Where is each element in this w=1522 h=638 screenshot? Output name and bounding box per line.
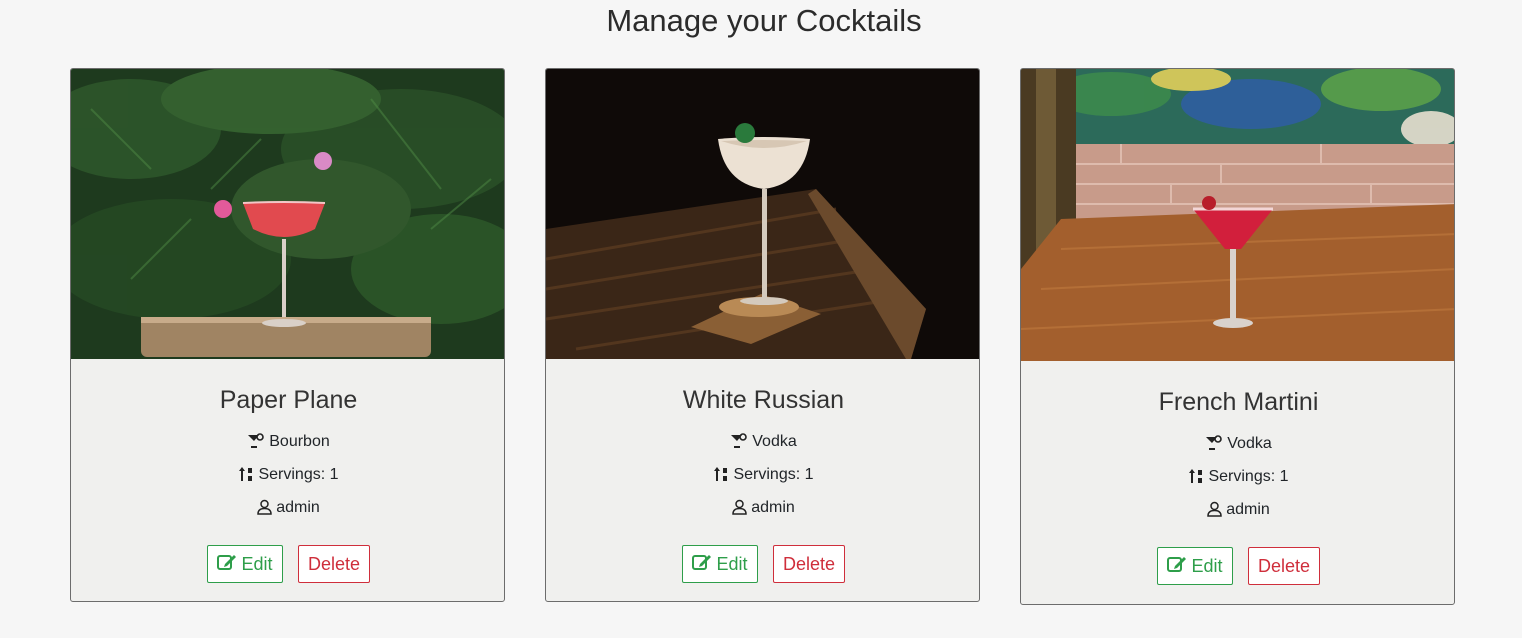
delete-button[interactable]: Delete	[298, 545, 370, 583]
spirit-row: Vodka	[1021, 429, 1454, 462]
author-row: admin	[1021, 495, 1454, 528]
author-label: admin	[751, 499, 795, 516]
cocktail-name: Paper Plane	[219, 386, 358, 414]
page: Manage your Cocktails Paper Plane Bourbo…	[0, 0, 1522, 638]
edit-icon	[692, 553, 712, 576]
author-row: admin	[546, 493, 979, 526]
user-icon	[1207, 498, 1222, 528]
card-actions: Edit Delete	[546, 545, 979, 583]
edit-button[interactable]: Edit	[1157, 547, 1233, 585]
spirit-label: Vodka	[752, 433, 797, 450]
cocktail-icon	[247, 430, 265, 460]
cocktail-card: French Martini Vodka Servings: 1 admin E…	[1020, 68, 1455, 605]
edit-label: Edit	[241, 553, 273, 574]
delete-button[interactable]: Delete	[773, 545, 845, 583]
card-body: White Russian Vodka Servings: 1 admin Ed…	[546, 359, 979, 583]
user-icon	[732, 496, 747, 526]
spirit-label: Vodka	[1227, 435, 1272, 452]
cocktail-icon	[1205, 432, 1223, 462]
sort-icon	[713, 463, 729, 493]
card-body: Paper Plane Bourbon Servings: 1 admin Ed…	[71, 359, 504, 583]
edit-button[interactable]: Edit	[682, 545, 758, 583]
cocktail-icon	[730, 430, 748, 460]
servings-row: Servings: 1	[546, 460, 979, 493]
cocktail-name: French Martini	[1158, 388, 1319, 416]
spirit-row: Vodka	[546, 427, 979, 460]
author-row: admin	[71, 493, 504, 526]
servings-row: Servings: 1	[71, 460, 504, 493]
cocktail-card: White Russian Vodka Servings: 1 admin Ed…	[545, 68, 980, 602]
cocktail-card: Paper Plane Bourbon Servings: 1 admin Ed…	[70, 68, 505, 602]
spirit-label: Bourbon	[269, 433, 330, 450]
card-actions: Edit Delete	[71, 545, 504, 583]
servings-label: Servings: 1	[733, 466, 814, 483]
edit-label: Edit	[716, 553, 748, 574]
sort-icon	[1188, 465, 1204, 495]
edit-icon	[217, 553, 237, 576]
cocktail-name: White Russian	[682, 386, 845, 414]
edit-button[interactable]: Edit	[207, 545, 283, 583]
page-title: Manage your Cocktails	[606, 3, 922, 38]
cocktail-image	[71, 69, 504, 359]
card-actions: Edit Delete	[1021, 547, 1454, 585]
servings-row: Servings: 1	[1021, 462, 1454, 495]
cocktail-image	[546, 69, 979, 359]
edit-icon	[1167, 555, 1187, 578]
cocktail-image	[1021, 69, 1454, 361]
servings-label: Servings: 1	[1208, 468, 1289, 485]
author-label: admin	[276, 499, 320, 516]
card-body: French Martini Vodka Servings: 1 admin E…	[1021, 361, 1454, 585]
delete-button[interactable]: Delete	[1248, 547, 1320, 585]
edit-label: Edit	[1191, 555, 1223, 576]
sort-icon	[238, 463, 254, 493]
servings-label: Servings: 1	[258, 466, 339, 483]
spirit-row: Bourbon	[71, 427, 504, 460]
author-label: admin	[1226, 501, 1270, 518]
user-icon	[257, 496, 272, 526]
